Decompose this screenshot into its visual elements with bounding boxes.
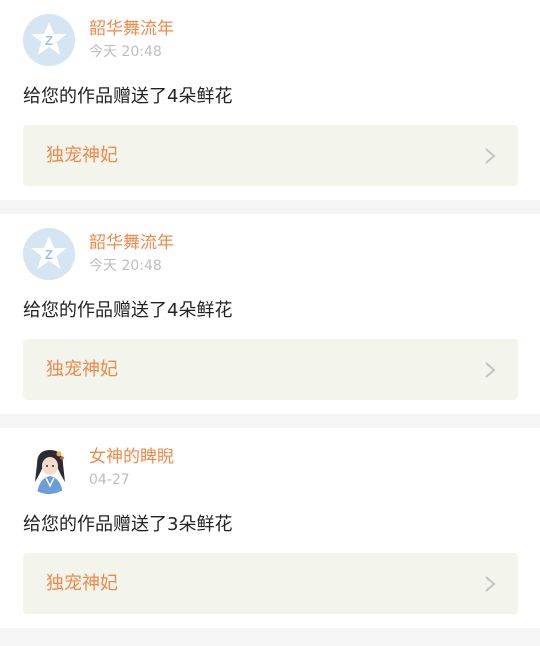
- work-title: 独宠神妃: [46, 359, 118, 380]
- timestamp: 今天 20:48: [89, 258, 162, 274]
- user-name-link[interactable]: 韶华舞流年: [89, 18, 174, 40]
- default-star-avatar-icon: Z: [23, 228, 75, 280]
- chevron-right-icon: [485, 362, 496, 378]
- notification-message: 给您的作品赠送了4朵鲜花: [23, 300, 233, 321]
- notification-card: Z 韶华舞流年 今天 20:48 给您的作品赠送了4朵鲜花 独宠神妃: [0, 214, 540, 414]
- timestamp: 04-27: [89, 472, 130, 488]
- notification-message: 给您的作品赠送了4朵鲜花: [23, 86, 233, 107]
- divider: [0, 414, 540, 428]
- notification-card: Z 韶华舞流年 今天 20:48 给您的作品赠送了4朵鲜花 独宠神妃: [0, 0, 540, 200]
- chevron-right-icon: [485, 148, 496, 164]
- notification-feed: Z 韶华舞流年 今天 20:48 给您的作品赠送了4朵鲜花 独宠神妃 Z 韶华舞…: [0, 0, 540, 628]
- svg-text:Z: Z: [45, 33, 53, 48]
- divider: [0, 200, 540, 214]
- work-title: 独宠神妃: [46, 145, 118, 166]
- svg-text:Z: Z: [45, 247, 53, 262]
- user-name-link[interactable]: 韶华舞流年: [89, 232, 174, 254]
- user-name-link[interactable]: 女神的睥睨: [89, 446, 174, 468]
- notification-card: 女神的睥睨 04-27 给您的作品赠送了3朵鲜花 独宠神妃: [0, 428, 540, 628]
- default-star-avatar-icon: Z: [23, 14, 75, 66]
- timestamp: 今天 20:48: [89, 44, 162, 60]
- work-link[interactable]: 独宠神妃: [23, 553, 518, 614]
- user-avatar[interactable]: Z: [23, 228, 75, 280]
- work-title: 独宠神妃: [46, 573, 118, 594]
- work-link[interactable]: 独宠神妃: [23, 339, 518, 400]
- user-avatar[interactable]: Z: [23, 14, 75, 66]
- anime-character-avatar-icon: [23, 442, 75, 494]
- work-link[interactable]: 独宠神妃: [23, 125, 518, 186]
- notification-message: 给您的作品赠送了3朵鲜花: [23, 514, 233, 535]
- user-avatar[interactable]: [23, 442, 75, 494]
- chevron-right-icon: [485, 576, 496, 592]
